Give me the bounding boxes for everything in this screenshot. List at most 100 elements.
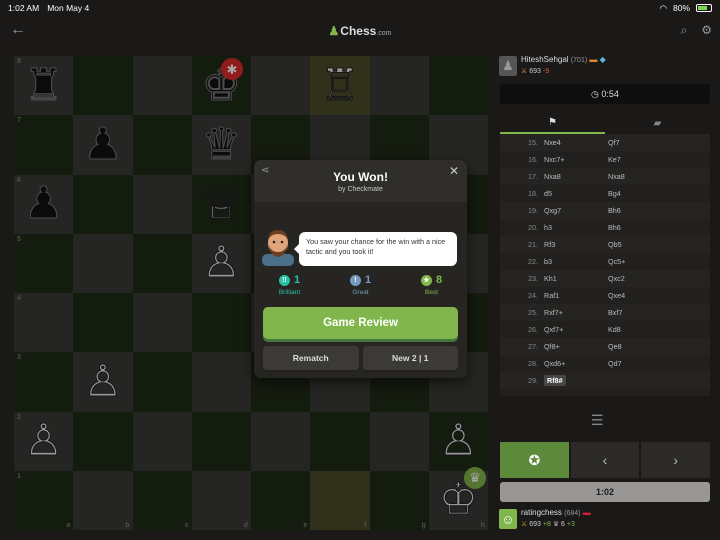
move-white[interactable]: Qxd6+	[544, 359, 608, 368]
move-black[interactable]: Qd7	[608, 359, 672, 368]
move-white[interactable]: b3	[544, 257, 608, 266]
opponent-points-line: ⚔ 693 -9	[521, 67, 549, 75]
battery-percent: 80%	[672, 3, 690, 13]
move-black[interactable]: Ke7	[608, 155, 672, 164]
move-row: 20. h3 Bh6	[500, 219, 710, 236]
move-white[interactable]: Nxe4	[544, 138, 608, 147]
my-rating: (684)	[564, 510, 581, 517]
move-row: 23. Kh1 Qxc2	[500, 270, 710, 287]
tab-moves[interactable]: ⚑	[500, 112, 605, 134]
logo-suffix: .com	[376, 30, 392, 37]
move-white[interactable]: Qxg7	[544, 206, 608, 215]
move-text: 24.	[528, 291, 538, 300]
move-text: Nxa8	[544, 172, 561, 181]
list-icon[interactable]: ☰	[591, 412, 604, 429]
my-name[interactable]: ratingchess	[521, 508, 562, 517]
move-list[interactable]: 15. Nxe4 Qf7 16. Nxc7+ Ke7 17. Nxa8 Nxa8 18. d5 Bg4…	[500, 134, 710, 396]
move-text: 19.	[528, 206, 538, 215]
flag-icon: ▬	[589, 55, 598, 64]
move-black[interactable]: Qb5	[608, 240, 672, 249]
status-date: Mon May 4	[47, 3, 90, 13]
share-icon[interactable]: ⋖	[261, 165, 269, 176]
star-button[interactable]: ✪	[500, 442, 569, 478]
stat-great: ! 1 Great	[331, 274, 391, 296]
move-row: 22. b3 Qc5+	[500, 253, 710, 270]
move-white[interactable]: Rf3	[544, 240, 608, 249]
move-black[interactable]: Bg4	[608, 189, 672, 198]
move-white[interactable]: Raf1	[544, 291, 608, 300]
move-number: 16.	[500, 155, 544, 164]
move-row: 25. Rxf7+ Bxf7	[500, 304, 710, 321]
chevron-left-icon: ‹	[602, 452, 608, 468]
my-points: 693	[529, 521, 541, 528]
move-text: 18.	[528, 189, 538, 198]
move-white[interactable]: Nxa8	[544, 172, 608, 181]
move-text: 20.	[528, 223, 538, 232]
move-number: 23.	[500, 274, 544, 283]
move-number: 20.	[500, 223, 544, 232]
move-black[interactable]: Kd8	[608, 325, 672, 334]
coach-speech-bubble: You saw your chance for the win with a n…	[294, 232, 457, 266]
new-game-button[interactable]: New 2 | 1	[362, 346, 458, 370]
opponent-delta: -9	[542, 68, 550, 75]
opponent-avatar[interactable]: ♟	[499, 56, 517, 76]
move-text: Ke7	[608, 155, 621, 164]
move-white[interactable]: Kh1	[544, 274, 608, 283]
move-white[interactable]: Nxc7+	[544, 155, 608, 164]
move-black[interactable]: Qf7	[608, 138, 672, 147]
move-black[interactable]: Bh6	[608, 206, 672, 215]
move-black[interactable]: Qc5+	[608, 257, 672, 266]
move-white[interactable]: h3	[544, 223, 608, 232]
my-avatar[interactable]: ☺	[499, 509, 517, 529]
move-number: 22.	[500, 257, 544, 266]
brilliant-icon: !!	[278, 274, 290, 286]
move-text: 21.	[528, 240, 538, 249]
move-text: Kh1	[544, 274, 557, 283]
my-name-line: ratingchess (684) ▬	[521, 508, 591, 517]
diamond-icon: ◆	[599, 55, 606, 64]
move-black[interactable]: Bh6	[608, 223, 672, 232]
stat-best: ★ 8 Best	[402, 274, 462, 296]
best-label: Best	[424, 289, 438, 296]
my-points-line: ⚔ 693 +8 ♛ 6 +3	[521, 520, 575, 528]
modal-header: ⋖ You Won! by Checkmate ✕	[254, 160, 467, 202]
move-number: 26.	[500, 325, 544, 334]
stat-brilliant: !! 1 Brilliant	[260, 274, 320, 296]
clock-icon: ◷	[591, 88, 602, 99]
move-number: 17.	[500, 172, 544, 181]
prev-move-button[interactable]: ‹	[570, 442, 640, 478]
move-stats: !! 1 Brilliant ! 1 Great ★ 8 Best	[254, 274, 467, 296]
move-text: 17.	[528, 172, 538, 181]
my-delta: +8	[542, 521, 551, 528]
opponent-name[interactable]: HiteshSehgal	[521, 55, 569, 64]
move-white[interactable]: d5	[544, 189, 608, 198]
move-white[interactable]: Qf8+	[544, 342, 608, 351]
move-text: Qe8	[608, 342, 622, 351]
game-review-button[interactable]: Game Review	[263, 307, 458, 339]
move-text: Raf1	[544, 291, 560, 300]
close-icon[interactable]: ✕	[449, 164, 459, 178]
settings-icon[interactable]: ⚙	[701, 23, 712, 38]
back-arrow-icon[interactable]: ←	[10, 21, 26, 39]
move-black[interactable]: Qxe4	[608, 291, 672, 300]
rating-pawn-icon: ⚔	[521, 68, 528, 75]
move-black[interactable]: Nxa8	[608, 172, 672, 181]
tab-chat[interactable]: ▰	[605, 112, 710, 134]
opponent-name-line: HiteshSehgal (701) ▬ ◆	[521, 55, 606, 64]
rematch-button[interactable]: Rematch	[263, 346, 359, 370]
move-white[interactable]: Rxf7+	[544, 308, 608, 317]
move-text: Nxe4	[544, 138, 561, 147]
move-black[interactable]: Qe8	[608, 342, 672, 351]
move-white[interactable]: Qxf7+	[544, 325, 608, 334]
modal-button-row: Rematch New 2 | 1	[263, 346, 458, 370]
move-black[interactable]: Bxf7	[608, 308, 672, 317]
move-row: 15. Nxe4 Qf7	[500, 134, 710, 151]
move-black[interactable]: Qxc2	[608, 274, 672, 283]
analysis-icon[interactable]: ⌕	[681, 23, 688, 38]
move-text: Nxc7+	[544, 155, 565, 164]
next-move-button[interactable]: ›	[641, 442, 711, 478]
opponent-info: ♟ HiteshSehgal (701) ▬ ◆ ⚔ 693 -9	[497, 54, 710, 80]
move-white[interactable]: Rf8#	[544, 375, 608, 386]
move-text: 26.	[528, 325, 538, 334]
move-text: 27.	[528, 342, 538, 351]
